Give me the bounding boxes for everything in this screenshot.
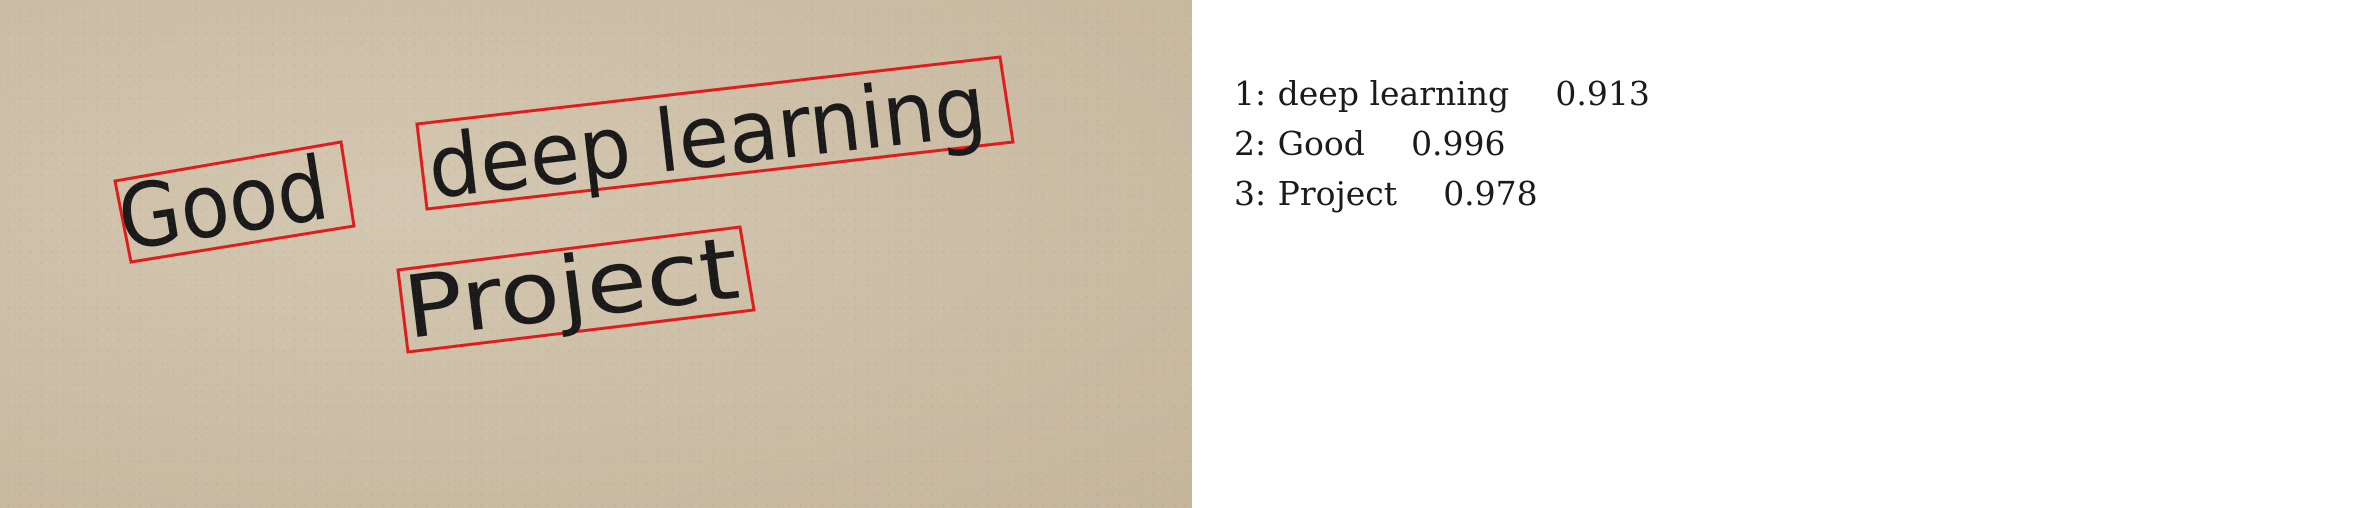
handwritten-word-2: Good bbox=[111, 136, 335, 271]
result-text: Project bbox=[1277, 174, 1397, 213]
result-score: 0.978 bbox=[1443, 174, 1538, 213]
detection-overlay: deep learning Good Project bbox=[111, 55, 1015, 359]
detection-box-2 bbox=[113, 140, 356, 264]
input-photo: deep learning Good Project bbox=[0, 0, 1192, 508]
result-line: 3: Project 0.978 bbox=[1192, 144, 1538, 243]
results-panel: 1: deep learning 0.913 2: Good 0.996 3: Proje… bbox=[1192, 0, 2368, 508]
result-score: 0.913 bbox=[1555, 74, 1650, 113]
handwritten-word-1: deep learning bbox=[423, 56, 991, 219]
handwritten-word-3: Project bbox=[398, 219, 744, 359]
detection-box-3 bbox=[396, 225, 756, 354]
detection-box-1 bbox=[415, 55, 1015, 211]
result-index: 3: bbox=[1233, 174, 1267, 213]
